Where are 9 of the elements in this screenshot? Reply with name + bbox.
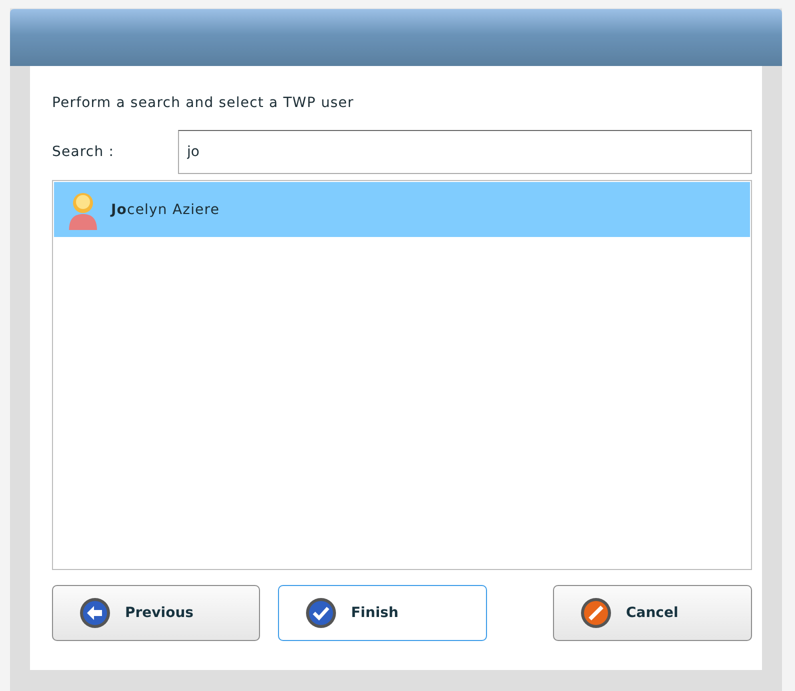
user-list-item[interactable]: Jocelyn Aziere bbox=[54, 182, 750, 237]
search-field[interactable]: jo bbox=[178, 130, 752, 174]
cancel-icon bbox=[580, 597, 612, 629]
instruction-text: Perform a search and select a TWP user bbox=[52, 95, 355, 113]
search-label: Search : bbox=[52, 144, 116, 160]
previous-button[interactable]: Previous bbox=[52, 585, 260, 641]
checkmark-icon bbox=[304, 597, 337, 629]
finish-button[interactable]: Finish bbox=[278, 585, 487, 641]
cancel-button[interactable]: Cancel bbox=[552, 585, 752, 641]
